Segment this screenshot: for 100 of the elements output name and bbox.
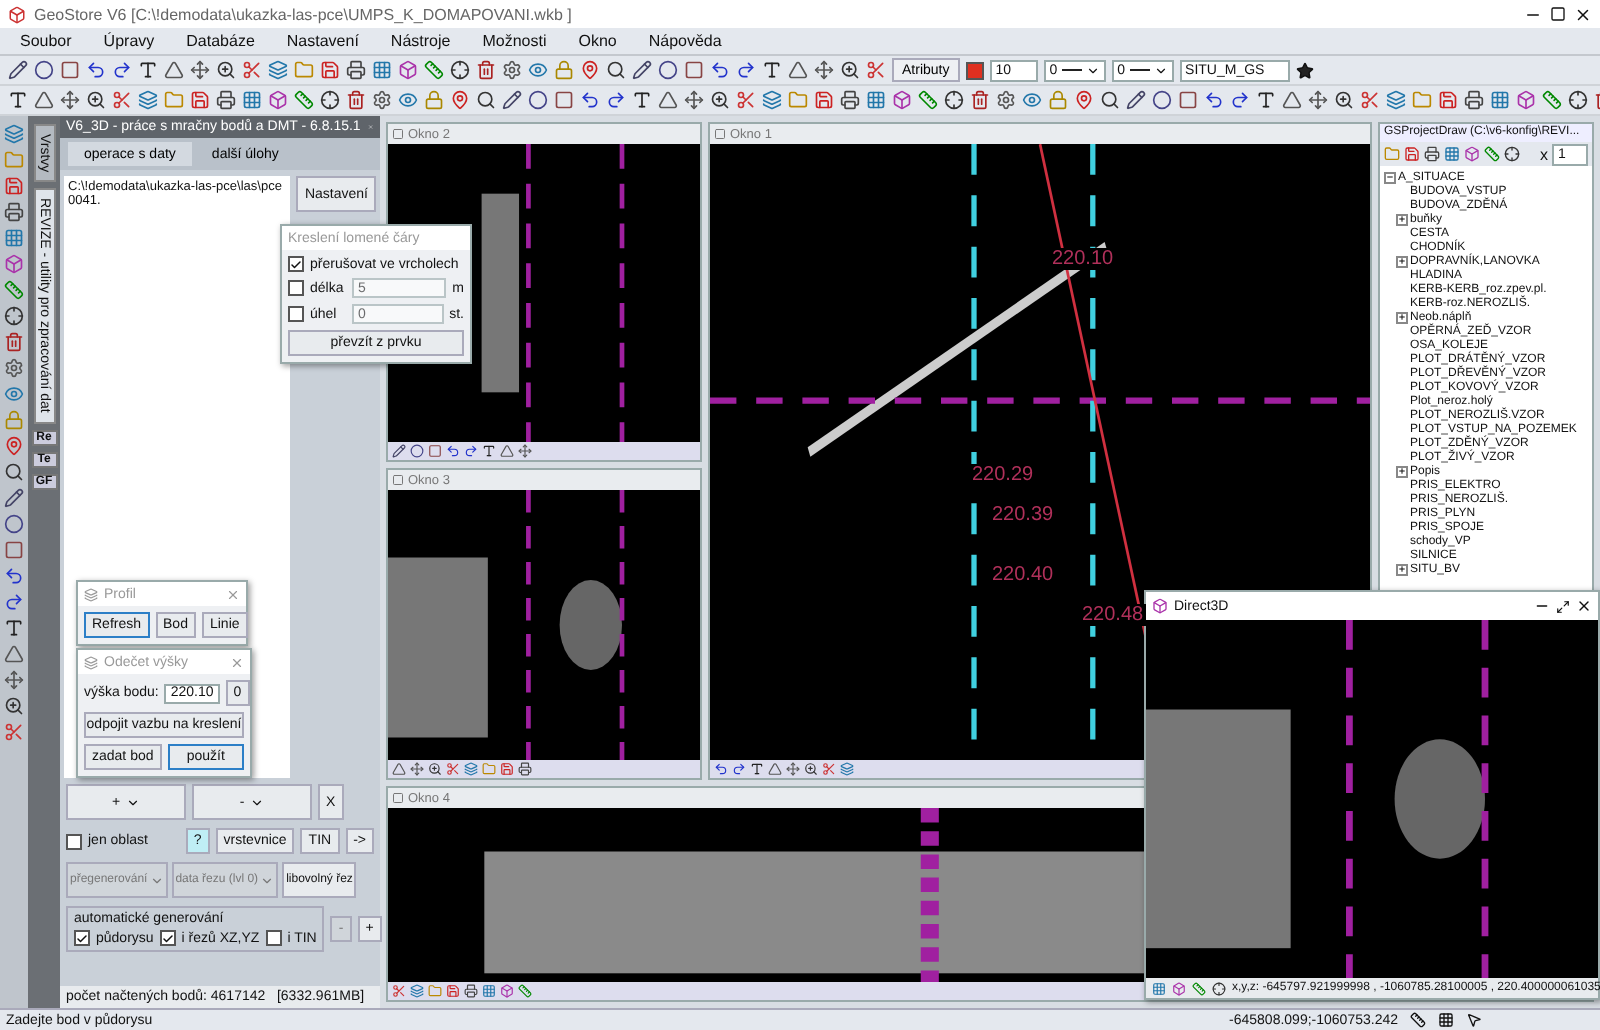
maximize-icon[interactable] xyxy=(1556,599,1570,613)
folder-icon[interactable] xyxy=(164,90,184,110)
move-icon[interactable] xyxy=(60,90,80,110)
scissors-icon[interactable] xyxy=(866,60,886,80)
layers-icon[interactable] xyxy=(840,762,854,776)
circle-icon[interactable] xyxy=(658,60,678,80)
move-icon[interactable] xyxy=(190,60,210,80)
move-icon[interactable] xyxy=(4,670,24,690)
checkbox[interactable] xyxy=(74,930,90,946)
text-icon[interactable] xyxy=(632,90,652,110)
text-icon[interactable] xyxy=(138,60,158,80)
settings-icon[interactable] xyxy=(372,90,392,110)
pencil-icon[interactable] xyxy=(502,90,522,110)
text-icon[interactable] xyxy=(8,90,28,110)
layers-icon[interactable] xyxy=(4,124,24,144)
folder-icon[interactable] xyxy=(1384,146,1400,162)
map-pin-icon[interactable] xyxy=(580,60,600,80)
triangle-icon[interactable] xyxy=(788,60,808,80)
folder-icon[interactable] xyxy=(1412,90,1432,110)
crosshair-icon[interactable] xyxy=(1568,90,1588,110)
redo-icon[interactable] xyxy=(736,60,756,80)
lock-icon[interactable] xyxy=(554,60,574,80)
undo-icon[interactable] xyxy=(4,566,24,586)
checkbox[interactable] xyxy=(66,833,82,849)
triangle-icon[interactable] xyxy=(392,762,406,776)
redo-icon[interactable] xyxy=(1230,90,1250,110)
pointer-icon[interactable] xyxy=(1466,1012,1482,1028)
checkbox[interactable] xyxy=(159,930,176,946)
square-icon[interactable] xyxy=(684,60,704,80)
cube-icon[interactable] xyxy=(1464,146,1480,162)
lock-icon[interactable] xyxy=(1048,90,1068,110)
cube-icon[interactable] xyxy=(1516,90,1536,110)
circle-icon[interactable] xyxy=(410,444,424,458)
layers-icon[interactable] xyxy=(268,60,288,80)
zoom-in-icon[interactable] xyxy=(216,60,236,80)
layers-icon[interactable] xyxy=(464,762,478,776)
text-icon[interactable] xyxy=(1256,90,1276,110)
undo-icon[interactable] xyxy=(446,444,460,458)
redo-icon[interactable] xyxy=(4,592,24,612)
trash-icon[interactable] xyxy=(346,90,366,110)
menu-item[interactable]: Nastavení xyxy=(286,32,359,50)
printer-icon[interactable] xyxy=(216,90,236,110)
settings-icon[interactable] xyxy=(996,90,1016,110)
text-icon[interactable] xyxy=(4,618,24,638)
undo-icon[interactable] xyxy=(1204,90,1224,110)
scissors-icon[interactable] xyxy=(822,762,836,776)
grid-icon[interactable] xyxy=(1438,1012,1454,1028)
triangle-icon[interactable] xyxy=(500,444,514,458)
pencil-icon[interactable] xyxy=(4,488,24,508)
save-icon[interactable] xyxy=(1438,90,1458,110)
expand-toggle[interactable] xyxy=(1396,563,1408,575)
menu-item[interactable]: Okno xyxy=(578,32,617,50)
printer-icon[interactable] xyxy=(1424,146,1440,162)
text-icon[interactable] xyxy=(762,60,782,80)
circle-icon[interactable] xyxy=(1152,90,1172,110)
printer-icon[interactable] xyxy=(4,202,24,222)
menu-item[interactable]: Nástroje xyxy=(390,32,451,50)
trash-icon[interactable] xyxy=(476,60,496,80)
triangle-icon[interactable] xyxy=(768,762,782,776)
crosshair-icon[interactable] xyxy=(944,90,964,110)
map-pin-icon[interactable] xyxy=(450,90,470,110)
layers-icon[interactable] xyxy=(1386,90,1406,110)
zoom-in-icon[interactable] xyxy=(86,90,106,110)
expand-toggle[interactable] xyxy=(1396,311,1408,323)
triangle-icon[interactable] xyxy=(1282,90,1302,110)
zoom-in-icon[interactable] xyxy=(428,762,442,776)
circle-icon[interactable] xyxy=(34,60,54,80)
folder-icon[interactable] xyxy=(294,60,314,80)
square-icon[interactable] xyxy=(4,540,24,560)
scissors-icon[interactable] xyxy=(736,90,756,110)
move-icon[interactable] xyxy=(518,444,532,458)
triangle-icon[interactable] xyxy=(34,90,54,110)
map-pin-icon[interactable] xyxy=(1074,90,1094,110)
pencil-icon[interactable] xyxy=(632,60,652,80)
triangle-icon[interactable] xyxy=(164,60,184,80)
expand-toggle[interactable] xyxy=(1396,255,1408,267)
settings-icon[interactable] xyxy=(502,60,522,80)
checkbox[interactable] xyxy=(288,306,304,322)
cube-icon[interactable] xyxy=(1172,981,1186,995)
move-icon[interactable] xyxy=(410,762,424,776)
printer-icon[interactable] xyxy=(840,90,860,110)
scissors-icon[interactable] xyxy=(242,60,262,80)
search-icon[interactable] xyxy=(4,462,24,482)
undo-icon[interactable] xyxy=(86,60,106,80)
circle-icon[interactable] xyxy=(528,90,548,110)
pencil-icon[interactable] xyxy=(392,444,406,458)
menu-item[interactable]: Úpravy xyxy=(103,32,155,50)
star-icon[interactable] xyxy=(1295,61,1314,79)
lock-icon[interactable] xyxy=(424,90,444,110)
zoom-in-icon[interactable] xyxy=(4,696,24,716)
circle-icon[interactable] xyxy=(4,514,24,534)
menu-item[interactable]: Nápověda xyxy=(648,32,722,50)
redo-icon[interactable] xyxy=(112,60,132,80)
crosshair-icon[interactable] xyxy=(1504,146,1520,162)
eye-icon[interactable] xyxy=(4,384,24,404)
save-icon[interactable] xyxy=(446,984,460,998)
crosshair-icon[interactable] xyxy=(320,90,340,110)
square-icon[interactable] xyxy=(1178,90,1198,110)
layers-icon[interactable] xyxy=(138,90,158,110)
text-icon[interactable] xyxy=(750,762,764,776)
